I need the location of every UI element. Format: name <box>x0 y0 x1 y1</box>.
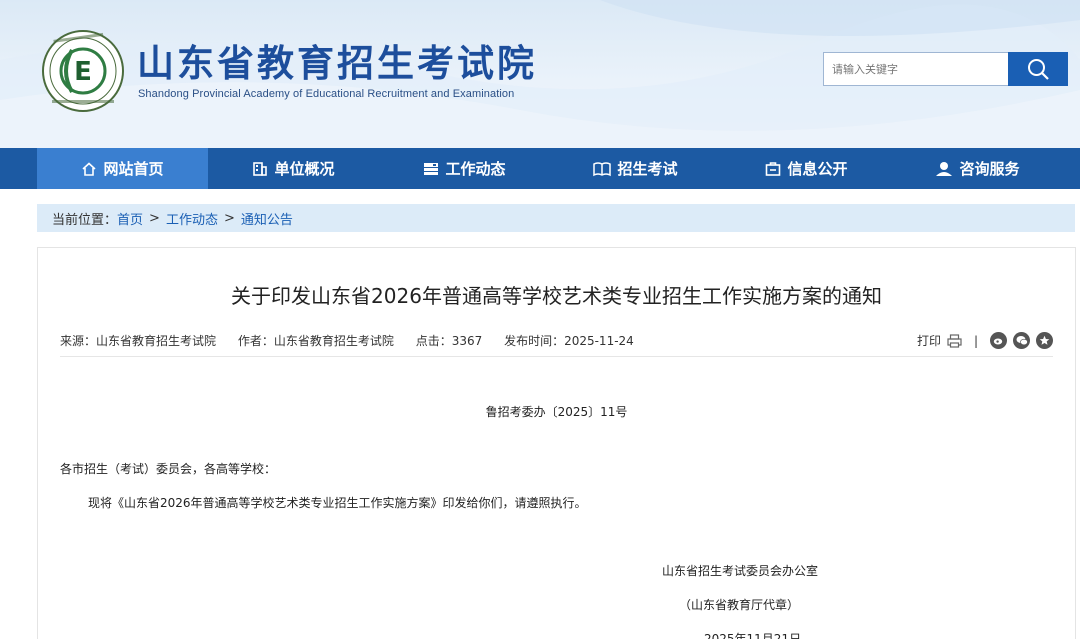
nav-item-label: 咨询服务 <box>959 160 1020 178</box>
document-issuer: 山东省招生考试委员会办公室 <box>662 564 819 578</box>
document-number: 鲁招考委办〔2025〕11号 <box>485 405 628 419</box>
search-input[interactable] <box>823 52 1009 86</box>
nav-item-consult-service[interactable]: 咨询服务 <box>892 148 1063 189</box>
book-icon <box>593 161 612 176</box>
meta-author: 作者：山东省教育招生考试院 <box>237 334 394 348</box>
briefcase-icon <box>766 161 781 176</box>
site-title[interactable]: 山东省教育招生考试院 <box>137 42 537 86</box>
breadcrumb: 当前位置： 首页 > 工作动态 > 通知公告 <box>37 204 1075 232</box>
building-icon <box>253 161 268 176</box>
nav-item-home[interactable]: 网站首页 <box>37 148 208 189</box>
meta-source: 来源：山东省教育招生考试院 <box>60 334 217 348</box>
site-subtitle: Shandong Provincial Academy of Education… <box>138 88 515 100</box>
breadcrumb-prefix: 当前位置： <box>52 212 118 228</box>
tools-divider: | <box>973 333 978 348</box>
user-icon <box>936 161 953 176</box>
nav-item-label: 网站首页 <box>103 160 164 178</box>
nav-item-label: 招生考试 <box>617 160 678 178</box>
article-meta: 来源：山东省教育招生考试院 作者：山东省教育招生考试院 点击：3367 发布时间… <box>60 332 1053 356</box>
printer-icon[interactable] <box>947 333 962 348</box>
nav-item-label: 信息公开 <box>787 160 848 178</box>
meta-clicks: 点击：3367 <box>415 334 483 348</box>
document-issuer-note: （山东省教育厅代章） <box>679 598 800 612</box>
document-salutation: 各市招生（考试）委员会，各高等学校： <box>60 462 277 476</box>
breadcrumb-separator: > <box>149 210 160 226</box>
meta-divider <box>60 356 1053 357</box>
weibo-share-icon[interactable] <box>990 332 1007 349</box>
meta-date: 发布时间：2025-11-24 <box>504 334 634 348</box>
article-tools: 打印 | <box>917 332 1053 349</box>
nav-item-overview[interactable]: 单位概况 <box>208 148 379 189</box>
search-button[interactable] <box>1008 52 1068 86</box>
main-navigation: 网站首页 单位概况 工作动态 招生考试 信息公开 咨询服务 <box>0 148 1080 189</box>
nav-item-admission-exam[interactable]: 招生考试 <box>550 148 721 189</box>
article-title: 关于印发山东省2026年普通高等学校艺术类专业招生工作实施方案的通知 <box>231 284 882 308</box>
favorite-star-icon[interactable] <box>1036 332 1053 349</box>
academy-seal-logo[interactable]: E <box>42 30 124 112</box>
server-icon <box>424 162 439 175</box>
breadcrumb-work-news-link[interactable]: 工作动态 <box>166 209 218 228</box>
article-panel: 关于印发山东省2026年普通高等学校艺术类专业招生工作实施方案的通知 来源：山东… <box>37 247 1076 639</box>
search-icon <box>1028 59 1049 80</box>
breadcrumb-notice-link[interactable]: 通知公告 <box>241 209 293 228</box>
breadcrumb-home-link[interactable]: 首页 <box>117 209 143 228</box>
wechat-share-icon[interactable] <box>1013 332 1030 349</box>
nav-item-info-disclosure[interactable]: 信息公开 <box>721 148 892 189</box>
nav-item-label: 工作动态 <box>445 160 506 178</box>
site-header: E 山东省教育招生考试院 Shandong Provincial Academy… <box>0 0 1080 148</box>
nav-item-label: 单位概况 <box>274 160 335 178</box>
seal-letter: E <box>74 57 92 87</box>
breadcrumb-separator: > <box>223 210 235 226</box>
nav-item-work-news[interactable]: 工作动态 <box>379 148 550 189</box>
document-issue-date: 2025年11月21日 <box>704 632 802 639</box>
home-icon <box>82 161 97 176</box>
print-link[interactable]: 打印 <box>917 332 941 349</box>
document-paragraph: 现将《山东省2026年普通高等学校艺术类专业招生工作实施方案》印发给你们，请遵照… <box>88 496 587 510</box>
